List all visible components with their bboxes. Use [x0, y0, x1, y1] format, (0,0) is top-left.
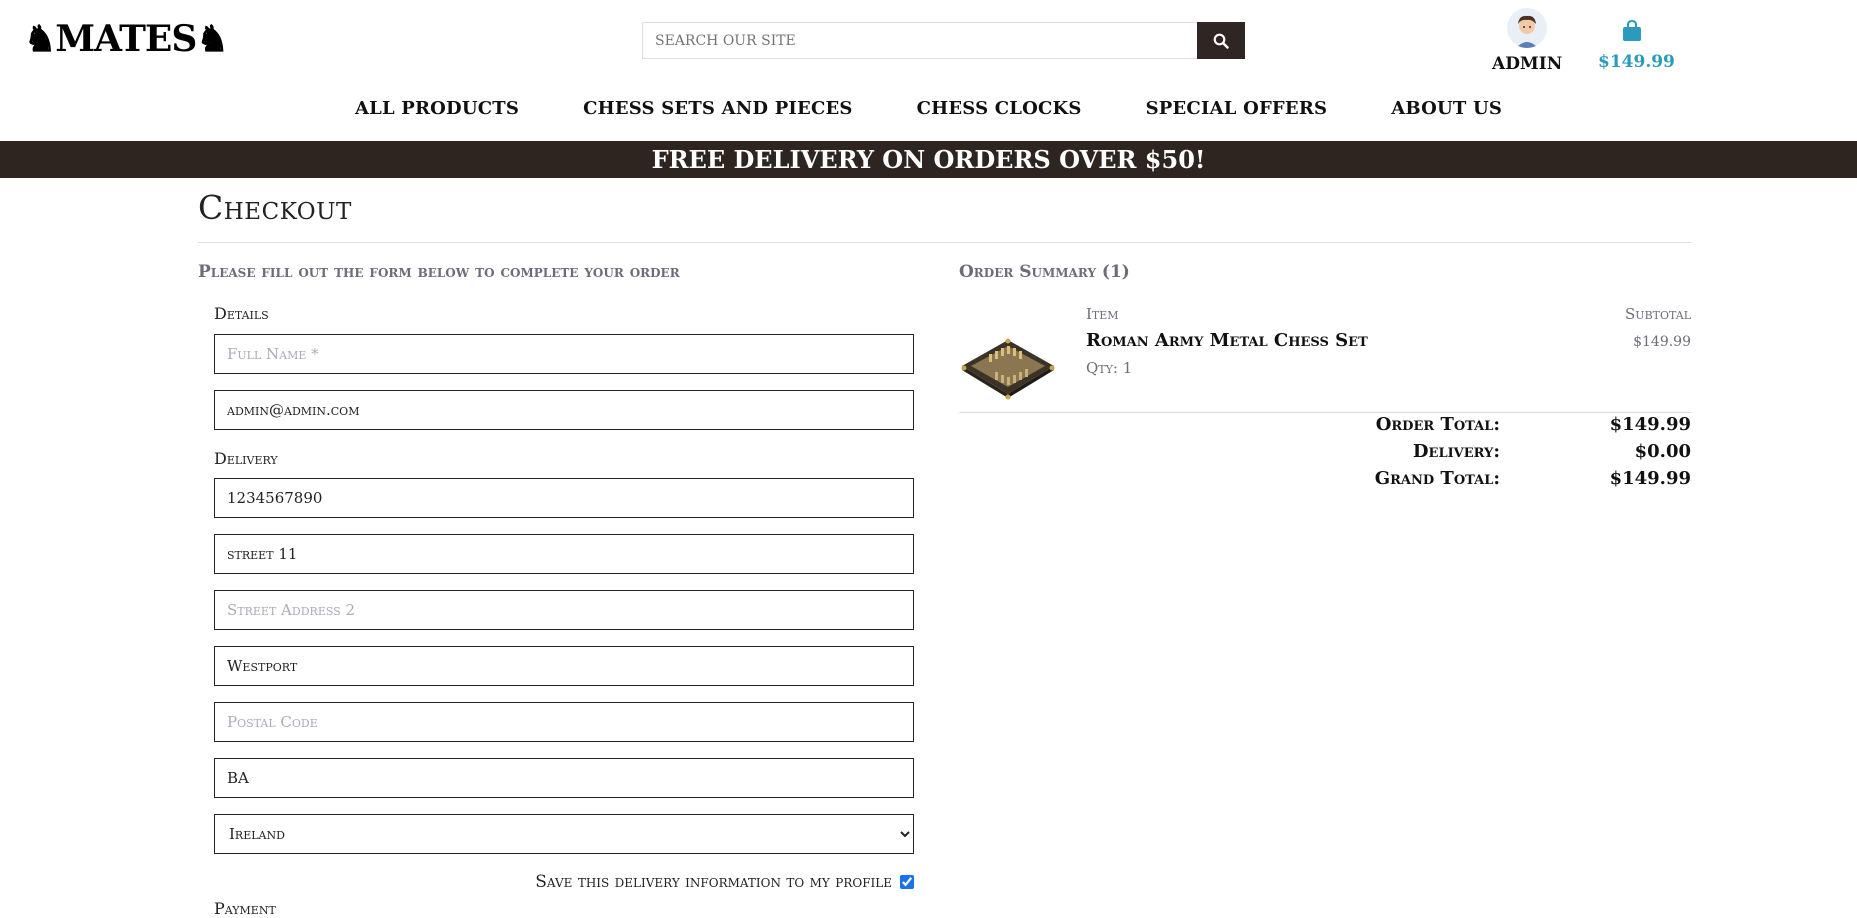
details-label: Details [214, 304, 269, 323]
search-input[interactable] [642, 22, 1197, 59]
page-title: Checkout [198, 188, 352, 227]
save-info-checkbox[interactable] [900, 875, 914, 889]
summary-divider [959, 412, 1691, 413]
save-info-label: Save this delivery information to my pro… [535, 872, 892, 892]
avatar-icon [1507, 8, 1547, 48]
account-menu[interactable]: ADMIN [1492, 8, 1562, 74]
town-field[interactable] [214, 646, 914, 686]
divider [198, 242, 1691, 243]
delivery-label: Delivery [214, 449, 278, 468]
shopping-bag-icon [1623, 19, 1641, 41]
bag-total: $149.99 [1598, 52, 1675, 72]
grand-total-value: $149.99 [1609, 468, 1691, 489]
county-field[interactable] [214, 758, 914, 798]
chess-set-image [961, 338, 1055, 400]
shopping-bag[interactable]: $149.99 [1598, 19, 1675, 72]
postcode-field[interactable] [214, 702, 914, 742]
full-name-field[interactable] [214, 334, 914, 374]
street-address-1-field[interactable] [214, 534, 914, 574]
item-column-header: Item [1086, 305, 1119, 323]
grand-total-label: Grand Total: [1374, 468, 1500, 489]
search-form [642, 22, 1245, 59]
order-total-label: Order Total: [1375, 414, 1500, 435]
search-button[interactable] [1197, 22, 1245, 59]
search-icon [1213, 33, 1229, 49]
site-logo[interactable]: ♞MATES♞ [24, 18, 229, 60]
nav-chess-sets[interactable]: CHESS SETS AND PIECES [583, 98, 853, 119]
payment-label: Payment [214, 899, 276, 918]
delivery-cost-value: $0.00 [1634, 441, 1691, 462]
main-nav: ALL PRODUCTS CHESS SETS AND PIECES CHESS… [0, 98, 1857, 119]
delivery-cost-label: Delivery: [1412, 441, 1500, 462]
nav-about-us[interactable]: ABOUT US [1391, 98, 1502, 119]
subtotal-column-header: Subtotal [1625, 305, 1691, 323]
product-thumbnail[interactable] [959, 334, 1057, 408]
nav-chess-clocks[interactable]: CHESS CLOCKS [917, 98, 1082, 119]
item-quantity: Qty: 1 [1086, 359, 1133, 377]
email-field[interactable] [214, 390, 914, 430]
country-select[interactable]: Ireland [214, 814, 914, 854]
save-info-row[interactable]: Save this delivery information to my pro… [440, 872, 914, 892]
form-intro: Please fill out the form below to comple… [198, 262, 680, 282]
order-summary-heading: Order Summary (1) [959, 262, 1130, 282]
account-label: ADMIN [1492, 54, 1563, 74]
order-total-value: $149.99 [1609, 414, 1691, 435]
delivery-banner: FREE DELIVERY ON ORDERS OVER $50! [0, 141, 1857, 178]
phone-field[interactable] [214, 478, 914, 518]
nav-all-products[interactable]: ALL PRODUCTS [355, 98, 519, 119]
item-name: Roman Army Metal Chess Set [1086, 330, 1368, 351]
street-address-2-field[interactable] [214, 590, 914, 630]
item-price: $149.99 [1633, 334, 1691, 350]
nav-special-offers[interactable]: SPECIAL OFFERS [1146, 98, 1328, 119]
